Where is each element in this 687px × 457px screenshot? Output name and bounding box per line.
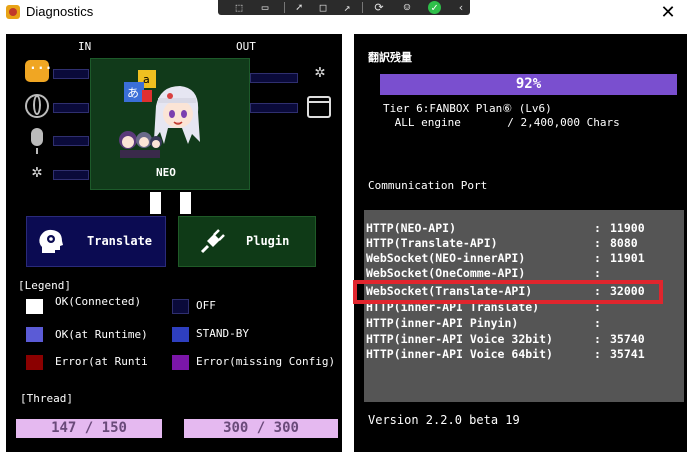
region-select-icon[interactable]: ⬚	[232, 1, 246, 14]
close-button[interactable]: ✕	[656, 2, 680, 22]
svg-text:あ: あ	[127, 86, 139, 100]
chibi-characters-image	[119, 131, 162, 158]
video-icon[interactable]: ▭	[258, 1, 272, 14]
in-connection-plugin	[53, 170, 89, 180]
legend-label-error-runtime: Error(at Runtime	[55, 355, 147, 368]
legend-swatch-error-runtime	[26, 355, 43, 370]
translate-label: Translate	[87, 234, 153, 248]
globe-icon	[25, 94, 49, 118]
remaining-quota-bar: 92%	[380, 74, 677, 95]
communication-port-title: Communication Port	[368, 179, 488, 192]
window-title: Diagnostics	[26, 4, 94, 19]
bug-icon: ✲	[31, 161, 43, 182]
port-name: HTTP(inner-API Pinyin)	[366, 316, 519, 330]
port-row: HTTP(Translate-API):8080	[366, 236, 638, 251]
legend-swatch-standby	[172, 327, 189, 342]
port-row: HTTP(inner-API Voice 32bit):35740	[366, 332, 645, 347]
remaining-quota-title: 翻訳残量	[368, 51, 412, 64]
port-number: 8080	[610, 236, 638, 250]
port-separator: :	[594, 251, 601, 265]
legend-swatch-off	[172, 299, 189, 314]
app-icon	[6, 5, 20, 19]
port-row: HTTP(inner-API Voice 64bit):35741	[366, 347, 645, 362]
legend-swatch-runtime	[26, 327, 43, 342]
window-icon[interactable]: □	[316, 1, 330, 14]
port-number: 11900	[610, 221, 645, 235]
legend-label-connected: OK(Connected)	[55, 295, 142, 308]
port-separator: :	[594, 266, 601, 280]
in-connection-web	[53, 103, 89, 113]
legend-label-runtime: OK(at Runtime)	[55, 328, 148, 341]
in-header: IN	[78, 40, 92, 53]
neo-label: NEO	[156, 166, 176, 179]
svg-text:a: a	[143, 73, 150, 86]
port-name: HTTP(NEO-API)	[366, 221, 457, 235]
port-row: WebSocket(NEO-innerAPI):11901	[366, 251, 645, 266]
version-label: Version 2.2.0 beta 19	[368, 413, 520, 427]
legend-swatch-error-config	[172, 355, 189, 370]
highlight-box	[353, 280, 663, 304]
port-number: 11901	[610, 251, 645, 265]
snipping-toolbar: ⬚ ▭ ➚ □ ↗ ⟳ ☺ ✓ ‹	[218, 0, 470, 15]
port-separator: :	[594, 332, 601, 346]
in-connection-chat	[53, 69, 89, 79]
bug-off-icon: ✲	[314, 61, 326, 82]
legend-label-off: OFF	[196, 299, 216, 312]
out-header: OUT	[236, 40, 256, 53]
neo-plugin-link	[180, 192, 191, 214]
legend-title: [Legend]	[18, 279, 71, 292]
thread-title: [Thread]	[20, 392, 73, 405]
sync-icon[interactable]: ⟳	[372, 1, 386, 14]
plugin-label: Plugin	[246, 234, 290, 248]
legend-label-error-config: Error(missing Config)	[196, 355, 336, 368]
plug-icon	[200, 229, 225, 254]
thread-counter-2: 300 / 300	[184, 419, 338, 438]
accessibility-icon[interactable]: ☺	[400, 1, 414, 14]
port-separator: :	[594, 316, 601, 330]
legend-swatch-connected	[26, 299, 43, 314]
port-row: HTTP(inner-API Pinyin):	[366, 316, 610, 331]
port-separator: :	[594, 236, 601, 250]
chevron-left-icon[interactable]: ‹	[454, 1, 468, 14]
port-separator: :	[594, 221, 601, 235]
port-row: HTTP(NEO-API):11900	[366, 221, 645, 236]
out-connection-2	[250, 103, 298, 113]
tier-info: Tier 6:FANBOX Plan⑥ (Lv6)	[383, 102, 552, 115]
legend-label-standby: STAND-BY	[196, 327, 249, 340]
neo-translate-link	[150, 192, 161, 214]
port-name: WebSocket(NEO-innerAPI)	[366, 251, 526, 265]
thread-counter-1: 147 / 150	[16, 419, 162, 438]
out-connection-1	[250, 73, 298, 83]
port-name: HTTP(inner-API Voice 64bit)	[366, 347, 553, 361]
port-row: WebSocket(OneComme-API):	[366, 266, 610, 281]
chat-icon	[25, 58, 52, 82]
browser-icon	[307, 96, 331, 118]
check-icon[interactable]: ✓	[428, 1, 441, 14]
head-gear-icon	[39, 229, 63, 253]
port-number: 35741	[610, 347, 645, 361]
microphone-icon	[31, 128, 43, 154]
translate-badge-icon: a あ	[124, 70, 156, 102]
port-name: WebSocket(OneComme-API)	[366, 266, 526, 280]
port-number: 35740	[610, 332, 645, 346]
in-connection-mic	[53, 136, 89, 146]
port-name: HTTP(Translate-API)	[366, 236, 498, 250]
engine-quota-info: ALL engine / 2,400,000 Chars	[388, 116, 620, 129]
port-separator: :	[594, 347, 601, 361]
snip-icon[interactable]: ↗	[340, 1, 354, 14]
port-name: HTTP(inner-API Voice 32bit)	[366, 332, 553, 346]
pointer-icon[interactable]: ➚	[292, 1, 306, 14]
